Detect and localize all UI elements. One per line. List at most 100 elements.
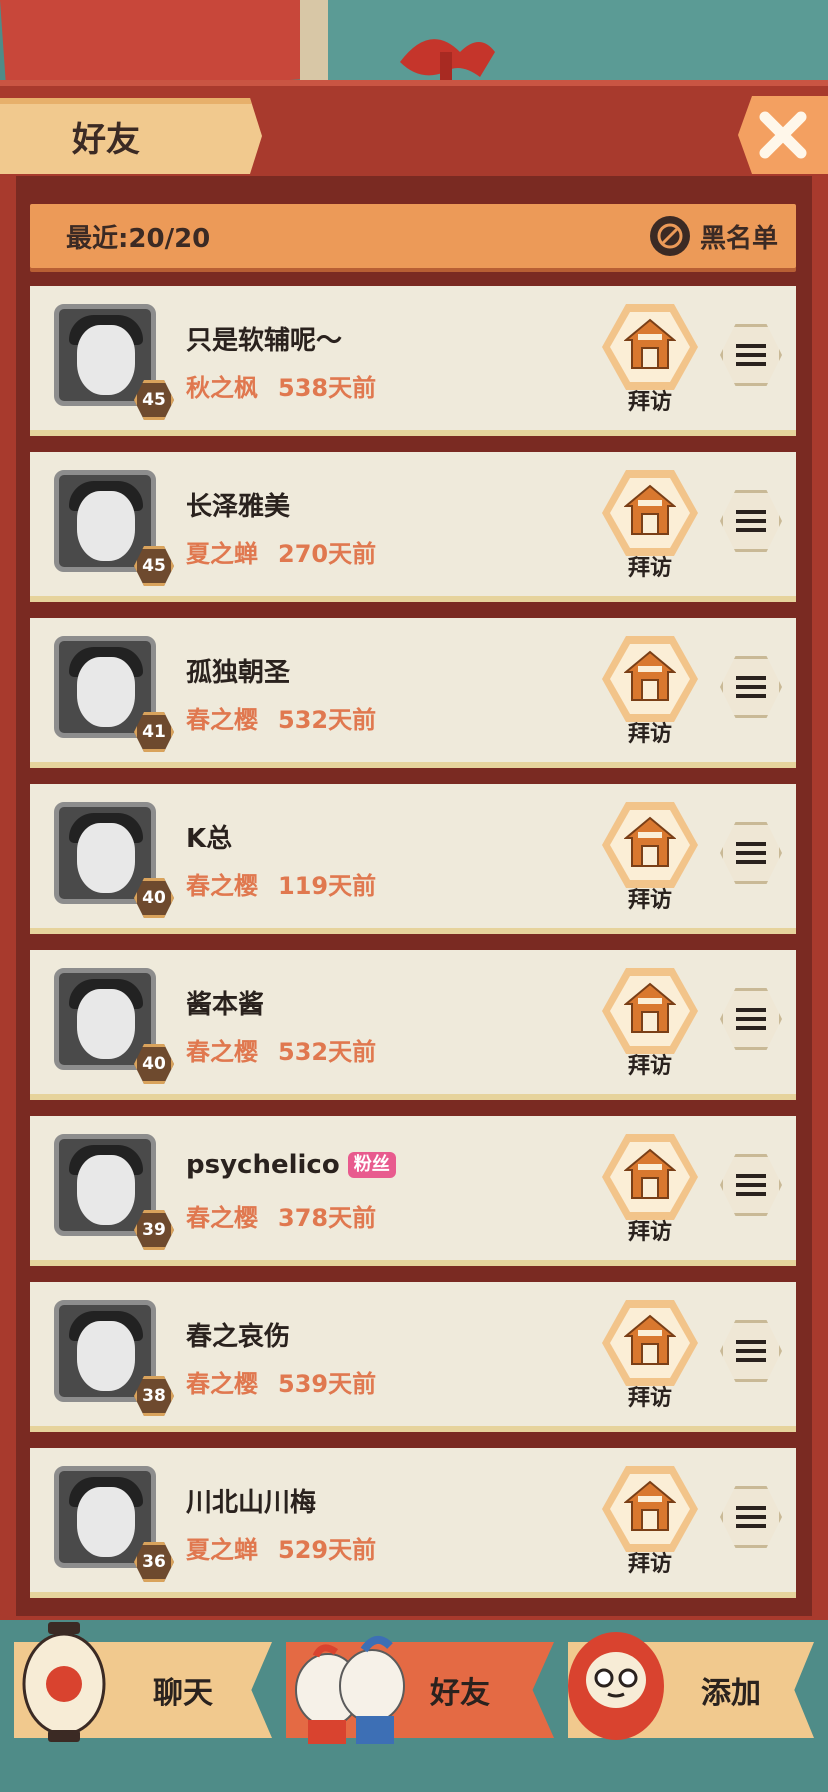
friend-name: 春之哀伤 xyxy=(186,1322,291,1352)
tab-friends-label: 好友 xyxy=(430,1676,490,1711)
visit-button[interactable]: 拜访 xyxy=(602,300,698,418)
avatar-face xyxy=(77,1155,135,1225)
friend-avatar[interactable]: 45 xyxy=(46,296,174,420)
daruma-icon xyxy=(568,1632,664,1740)
friend-avatar[interactable]: 39 xyxy=(46,1126,174,1250)
friend-name-line: K总 xyxy=(186,818,232,855)
block-icon xyxy=(649,216,690,256)
friend-name-line: 春之哀伤 xyxy=(186,1316,290,1353)
friend-menu-button[interactable] xyxy=(720,1486,782,1548)
friend-meta: 夏之蝉 529天前 xyxy=(186,1530,376,1565)
friend-name: psychelico xyxy=(186,1150,340,1180)
friend-name: 酱本酱 xyxy=(186,990,265,1020)
friend-name-line: 酱本酱 xyxy=(186,984,264,1021)
avatar-face xyxy=(77,491,135,561)
panel-title-tab: 好友 xyxy=(0,98,262,174)
visit-button[interactable]: 拜访 xyxy=(602,466,698,584)
friend-row[interactable]: 41 孤独朝圣 春之樱 532天前 拜访 xyxy=(30,618,796,768)
hamburger-icon xyxy=(736,1008,766,1030)
friend-row[interactable]: 38 春之哀伤 春之樱 539天前 拜访 xyxy=(30,1282,796,1432)
friend-last-seen: 539天前 xyxy=(278,1370,377,1398)
hamburger-icon xyxy=(736,842,766,864)
avatar-face xyxy=(77,1321,135,1391)
friend-row[interactable]: 40 酱本酱 春之樱 532天前 拜访 xyxy=(30,950,796,1100)
close-button[interactable] xyxy=(738,96,828,174)
close-icon xyxy=(759,111,807,159)
friend-last-seen: 538天前 xyxy=(278,374,377,402)
friend-last-seen: 532天前 xyxy=(278,706,377,734)
house-icon xyxy=(624,1314,676,1365)
friend-menu-button[interactable] xyxy=(720,490,782,552)
visit-button[interactable]: 拜访 xyxy=(602,1296,698,1414)
visit-button[interactable]: 拜访 xyxy=(602,964,698,1082)
friend-list[interactable]: 45 只是软辅呢～ 秋之枫 538天前 拜访 45 长泽雅美 夏之蝉 270天前… xyxy=(30,286,796,1604)
visit-label: 拜访 xyxy=(627,888,672,913)
visit-button[interactable]: 拜访 xyxy=(602,1462,698,1580)
house-icon xyxy=(624,1148,676,1199)
blacklist-button[interactable]: 黑名单 xyxy=(649,214,778,258)
friend-name-line: 长泽雅美 xyxy=(186,486,290,523)
friend-avatar[interactable]: 41 xyxy=(46,628,174,752)
friend-name: 长泽雅美 xyxy=(186,492,291,522)
visit-label: 拜访 xyxy=(627,1552,672,1577)
friend-row[interactable]: 39 psychelico 粉丝 春之樱 378天前 拜访 xyxy=(30,1116,796,1266)
fan-badge: 粉丝 xyxy=(347,1152,396,1178)
friend-menu-button[interactable] xyxy=(720,1154,782,1216)
friend-row[interactable]: 40 K总 春之樱 119天前 拜访 xyxy=(30,784,796,934)
visit-label: 拜访 xyxy=(627,1220,672,1245)
visit-label: 拜访 xyxy=(627,1054,672,1079)
friend-meta: 春之樱 119天前 xyxy=(186,866,376,901)
friend-meta: 春之樱 539天前 xyxy=(186,1364,376,1399)
friend-avatar[interactable]: 36 xyxy=(46,1458,174,1582)
friend-last-seen: 532天前 xyxy=(278,1038,377,1066)
visit-button[interactable]: 拜访 xyxy=(602,1130,698,1248)
house-icon xyxy=(624,650,676,701)
tab-add-label: 添加 xyxy=(701,1676,761,1711)
friend-row[interactable]: 45 只是软辅呢～ 秋之枫 538天前 拜访 xyxy=(30,286,796,436)
friend-avatar[interactable]: 40 xyxy=(46,960,174,1084)
visit-button[interactable]: 拜访 xyxy=(602,798,698,916)
friend-menu-button[interactable] xyxy=(720,988,782,1050)
friend-season: 春之樱 xyxy=(186,1038,258,1066)
friend-menu-button[interactable] xyxy=(720,822,782,884)
blacklist-label: 黑名单 xyxy=(699,223,778,254)
hamburger-icon xyxy=(736,1174,766,1196)
friend-avatar[interactable]: 40 xyxy=(46,794,174,918)
friend-avatar[interactable]: 45 xyxy=(46,462,174,586)
hamburger-icon xyxy=(736,676,766,698)
house-icon xyxy=(624,484,676,535)
hamburger-icon xyxy=(736,1340,766,1362)
friend-last-seen: 378天前 xyxy=(278,1204,377,1232)
friend-season: 春之樱 xyxy=(186,1204,258,1232)
friend-name-line: 孤独朝圣 xyxy=(186,652,290,689)
house-icon xyxy=(624,816,676,867)
friend-last-seen: 270天前 xyxy=(278,540,377,568)
friend-name: 川北山川梅 xyxy=(186,1488,317,1518)
friend-name: 孤独朝圣 xyxy=(186,658,291,688)
visit-label: 拜访 xyxy=(627,556,672,581)
friend-menu-button[interactable] xyxy=(720,656,782,718)
avatar-face xyxy=(77,325,135,395)
friend-name-line: 只是软辅呢～ xyxy=(186,320,342,357)
hamburger-icon xyxy=(736,1506,766,1528)
visit-label: 拜访 xyxy=(627,390,672,415)
visit-button[interactable]: 拜访 xyxy=(602,632,698,750)
friend-avatar[interactable]: 38 xyxy=(46,1292,174,1416)
friend-season: 秋之枫 xyxy=(186,374,258,402)
friend-menu-button[interactable] xyxy=(720,324,782,386)
friend-meta: 秋之枫 538天前 xyxy=(186,368,376,403)
avatar-face xyxy=(77,1487,135,1557)
lantern-icon xyxy=(22,1622,106,1742)
friend-season: 春之樱 xyxy=(186,706,258,734)
recent-count-label: 最近:20/20 xyxy=(66,224,211,254)
friend-row[interactable]: 45 长泽雅美 夏之蝉 270天前 拜访 xyxy=(30,452,796,602)
avatar-face xyxy=(77,989,135,1059)
friend-row[interactable]: 36 川北山川梅 夏之蝉 529天前 拜访 xyxy=(30,1448,796,1598)
friends-duo-icon xyxy=(295,1636,405,1744)
friend-season: 夏之蝉 xyxy=(186,1536,258,1564)
friends-header-bar: 最近:20/20 黑名单 xyxy=(30,204,796,268)
friend-menu-button[interactable] xyxy=(720,1320,782,1382)
house-icon xyxy=(624,982,676,1033)
friend-name: 只是软辅呢～ xyxy=(186,326,343,356)
friend-name-line: psychelico 粉丝 xyxy=(186,1150,396,1180)
